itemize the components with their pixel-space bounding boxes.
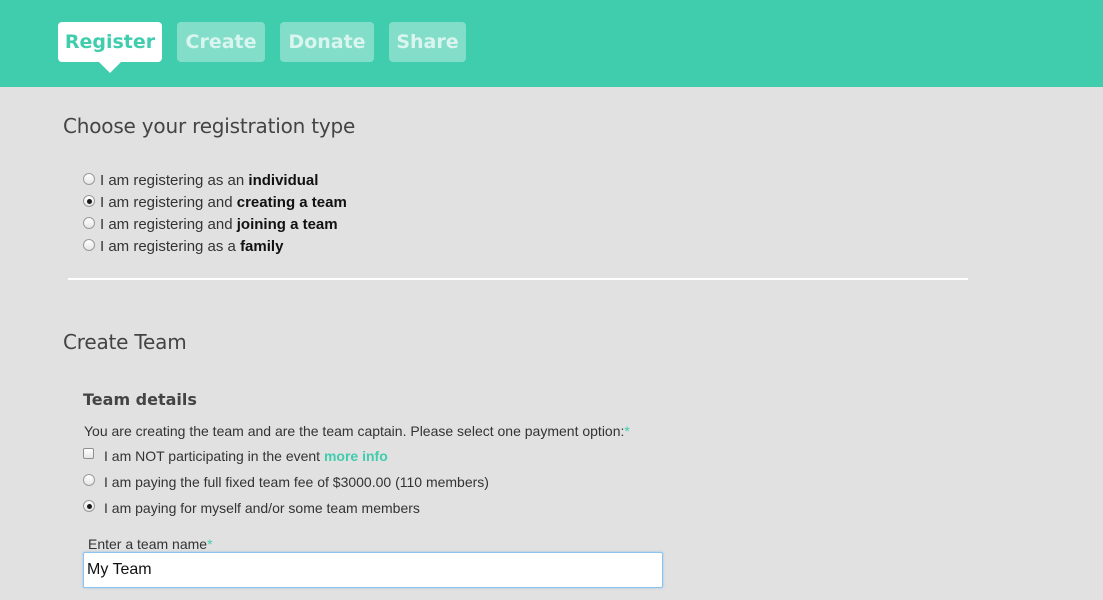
option-joining-team-prefix: I am registering and — [100, 216, 237, 233]
team-name-input[interactable] — [83, 552, 663, 588]
payment-instruction-text: You are creating the team and are the te… — [84, 423, 625, 439]
not-participating-checkbox[interactable] — [83, 448, 94, 459]
tab-create[interactable]: Create — [177, 22, 265, 62]
radio-full-team-fee[interactable] — [83, 474, 95, 486]
option-individual-prefix: I am registering as an — [100, 172, 249, 189]
full-team-fee-label[interactable]: I am paying the full fixed team fee of $… — [104, 474, 489, 490]
pay-self-members-label[interactable]: I am paying for myself and/or some team … — [104, 500, 420, 516]
not-participating-text: I am NOT participating in the event — [104, 448, 324, 464]
option-family-label[interactable]: I am registering as a family — [100, 238, 283, 255]
radio-creating-team[interactable] — [83, 195, 95, 207]
option-creating-team-prefix: I am registering and — [100, 194, 237, 211]
option-family-prefix: I am registering as a — [100, 238, 241, 255]
radio-pay-self-members[interactable] — [83, 500, 95, 512]
top-nav-bar: Register Create Donate Share — [0, 0, 1103, 87]
payment-instruction: You are creating the team and are the te… — [84, 423, 630, 439]
option-creating-team-bold: creating a team — [236, 194, 347, 211]
option-creating-team-label[interactable]: I am registering and creating a team — [100, 194, 347, 211]
team-name-label: Enter a team name* — [88, 536, 213, 552]
tab-share[interactable]: Share — [389, 22, 466, 62]
section-divider — [68, 278, 968, 280]
tab-register[interactable]: Register — [58, 22, 162, 62]
team-name-label-text: Enter a team name — [88, 536, 208, 552]
radio-family[interactable] — [83, 239, 95, 251]
team-name-required-asterisk: * — [207, 536, 213, 552]
more-info-link[interactable]: more info — [324, 448, 388, 464]
team-details-heading: Team details — [83, 390, 197, 409]
option-joining-team-bold: joining a team — [236, 216, 338, 233]
tab-donate[interactable]: Donate — [280, 22, 374, 62]
create-team-heading: Create Team — [63, 330, 187, 354]
option-joining-team-label[interactable]: I am registering and joining a team — [100, 216, 338, 233]
active-tab-pointer — [99, 62, 121, 73]
radio-joining-team[interactable] — [83, 217, 95, 229]
radio-individual[interactable] — [83, 173, 95, 185]
option-family-bold: family — [240, 238, 284, 255]
required-asterisk: * — [624, 423, 630, 439]
option-individual-bold: individual — [248, 172, 319, 189]
option-individual-label[interactable]: I am registering as an individual — [100, 172, 318, 189]
not-participating-label[interactable]: I am NOT participating in the event more… — [104, 448, 388, 464]
registration-type-heading: Choose your registration type — [63, 114, 356, 138]
